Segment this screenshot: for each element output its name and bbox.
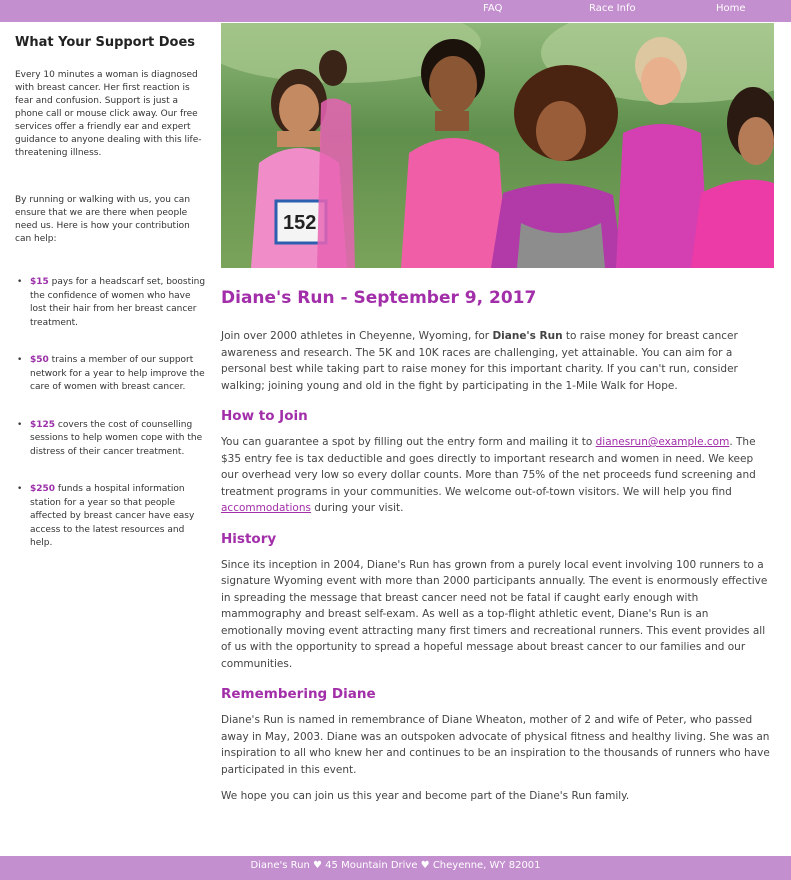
donation-text: covers the cost of counselling sessions …: [30, 419, 203, 457]
donation-text: funds a hospital information station for…: [30, 484, 195, 548]
email-link[interactable]: dianesrun@example.com: [596, 436, 730, 448]
hero-photo-illustration: 152: [221, 23, 774, 268]
sidebar: What Your Support Does Every 10 minutes …: [0, 22, 220, 855]
sidebar-intro: Every 10 minutes a woman is diagnosed wi…: [15, 70, 202, 158]
donation-text: pays for a headscarf set, boosting the c…: [30, 277, 206, 328]
donation-item: $15 pays for a headscarf set, boosting t…: [15, 276, 207, 330]
bib-number: 152: [283, 212, 316, 234]
nav-link-race-info[interactable]: Race Info: [589, 3, 636, 14]
intro-paragraph: Join over 2000 athletes in Cheyenne, Wyo…: [221, 328, 771, 394]
donation-text: trains a member of our support network f…: [30, 355, 205, 392]
donation-amount: $125: [30, 419, 56, 430]
section-heading-how-to-join: How to Join: [221, 408, 308, 424]
intro-text: Join over 2000 athletes in Cheyenne, Wyo…: [221, 330, 493, 342]
footer-bar: Diane's Run ♥ 45 Mountain Drive ♥ Cheyen…: [0, 856, 791, 880]
nav-link-home[interactable]: Home: [716, 3, 746, 14]
intro-bold-text: Diane's Run: [492, 330, 563, 342]
donation-list: $15 pays for a headscarf set, boosting t…: [15, 276, 207, 575]
footer-address: Diane's Run ♥ 45 Mountain Drive ♥ Cheyen…: [250, 860, 541, 871]
how-to-join-paragraph: You can guarantee a spot by filling out …: [221, 434, 771, 517]
page-title: Diane's Run - September 9, 2017: [221, 288, 537, 308]
donation-amount: $15: [30, 277, 49, 287]
closing-paragraph: We hope you can join us this year and be…: [221, 790, 630, 802]
history-paragraph: Since its inception in 2004, Diane's Run…: [221, 558, 768, 670]
nav-link-faq[interactable]: FAQ: [483, 3, 502, 14]
section-heading-history: History: [221, 530, 277, 547]
accommodations-link[interactable]: accommodations: [221, 502, 311, 514]
how-text: You can guarantee a spot by filling out …: [221, 436, 596, 448]
main-content: Diane's Run - September 9, 2017 Join ove…: [221, 288, 771, 815]
donation-item: $50 trains a member of our support netwo…: [15, 354, 207, 395]
top-nav-bar: FAQ Race Info Home: [0, 0, 791, 22]
hero-photo-runners: 152: [221, 23, 774, 268]
section-heading-remembering-diane: Remembering Diane: [221, 686, 376, 702]
sidebar-title: What Your Support Does: [15, 35, 196, 50]
donation-amount: $50: [30, 355, 49, 365]
donation-item: $125 covers the cost of counselling sess…: [15, 419, 207, 460]
donation-item: $250 funds a hospital information statio…: [15, 483, 207, 551]
sidebar-intro-2: By running or walking with us, you can e…: [15, 195, 191, 244]
remembering-paragraph: Diane's Run is named in remembrance of D…: [221, 714, 770, 776]
donation-amount: $250: [30, 484, 56, 494]
how-text-end: during your visit.: [310, 502, 404, 514]
